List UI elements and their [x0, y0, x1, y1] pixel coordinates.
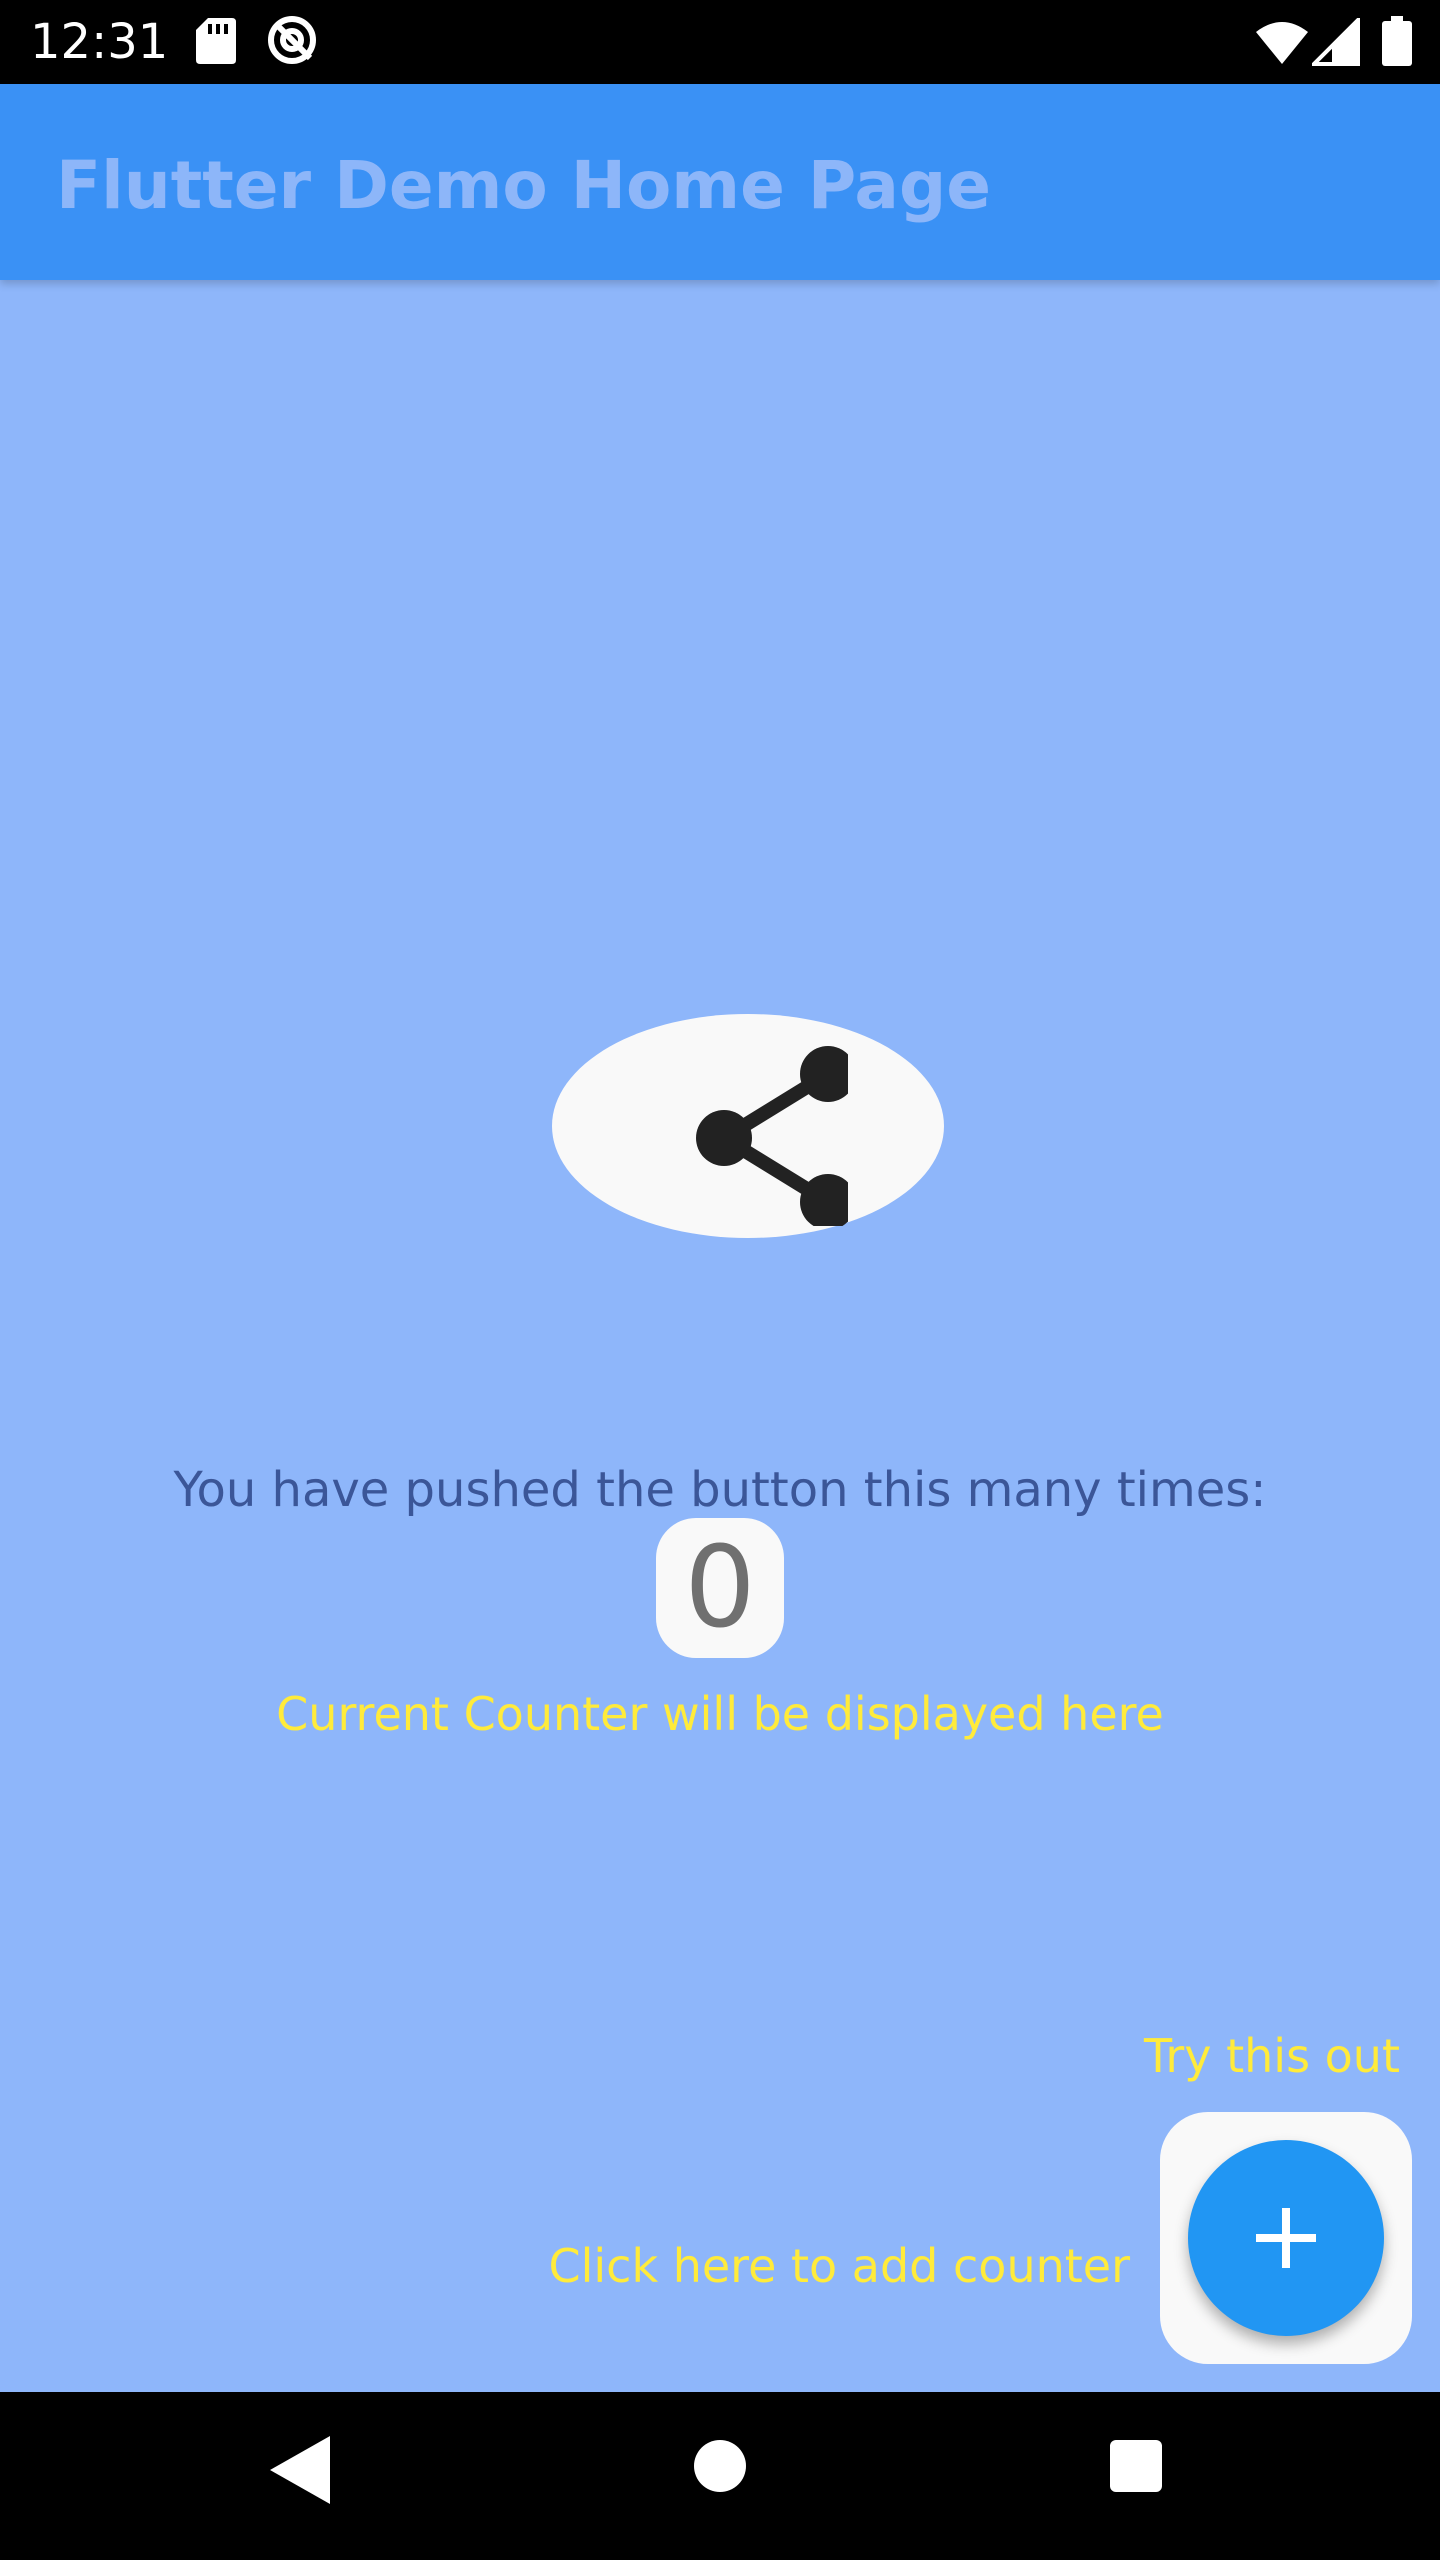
add-counter-hint: Click here to add counter [548, 2239, 1130, 2293]
share-icon [696, 1046, 848, 1226]
add-icon [1256, 2208, 1316, 2268]
share-button[interactable] [552, 1014, 944, 1238]
main-content: You have pushed the button this many tim… [0, 280, 1440, 2392]
sync-icon [268, 16, 316, 64]
add-counter-button[interactable] [1188, 2140, 1384, 2336]
status-bar: 12:31 [0, 0, 1440, 84]
wifi-icon [1256, 22, 1308, 64]
status-time: 12:31 [30, 14, 169, 70]
counter-caption: Current Counter will be displayed here [276, 1687, 1164, 1741]
push-count-label: You have pushed the button this many tim… [173, 1462, 1267, 1518]
signal-icon [1312, 18, 1360, 66]
sd-card-icon [196, 18, 236, 64]
app-bar-title: Flutter Demo Home Page [56, 147, 991, 224]
fab-highlight-card [1160, 2112, 1412, 2364]
home-icon[interactable] [694, 2440, 746, 2492]
recents-icon[interactable] [1110, 2440, 1162, 2492]
navigation-bar [0, 2392, 1440, 2560]
counter-value: 0 [656, 1518, 784, 1658]
app-bar: Flutter Demo Home Page [0, 84, 1440, 280]
try-this-out-label: Try this out [1144, 2029, 1400, 2083]
back-icon[interactable] [270, 2436, 332, 2504]
battery-icon [1382, 16, 1412, 66]
